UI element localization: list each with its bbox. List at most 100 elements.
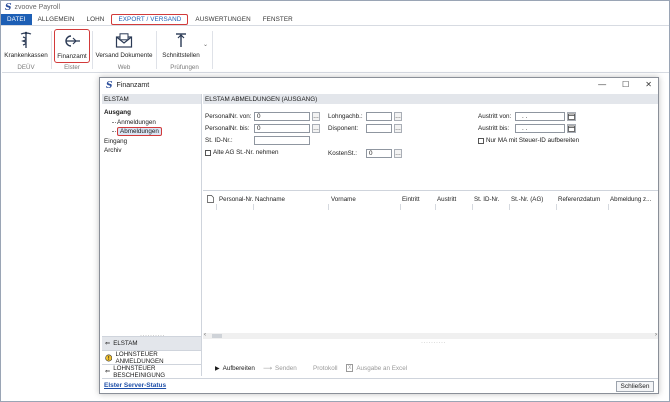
grid-header: Personal-Nr. Nachname Vorname Eintritt A…	[203, 194, 658, 204]
st-id-input[interactable]	[254, 136, 310, 145]
scroll-thumb[interactable]	[212, 334, 222, 338]
personalnr-von-lookup-button[interactable]: …	[312, 112, 320, 121]
nav-lohnsteuer-anmeldungen[interactable]: ! LOHNSTEUER ANMELDUNGEN	[102, 350, 201, 365]
tree-label: Archiv	[104, 147, 122, 155]
ribbon-group-label-deuev: DEÜV	[17, 64, 35, 71]
kostenst-lookup-button[interactable]: …	[394, 149, 402, 158]
tree-label: Anmeldungen	[117, 118, 156, 126]
disponent-label: Disponent:	[328, 125, 359, 132]
austritt-bis-input[interactable]: . .	[515, 124, 565, 133]
menu-lohn[interactable]: LOHN	[81, 14, 111, 25]
ribbon-group-web: Versand Dokumente Web	[93, 27, 155, 73]
nav-lohnsteuer-bescheinigung[interactable]: ⇐ LOHNSTEUER BESCHEINIGUNG	[102, 364, 201, 379]
document-icon	[207, 194, 214, 204]
disponent-input[interactable]	[366, 124, 392, 133]
tree-view: Ausgang Anmeldungen Abmeldungen Eingang …	[102, 104, 201, 156]
column-divider	[472, 204, 473, 210]
tree-item-ausgang[interactable]: Ausgang	[104, 108, 201, 118]
menu-datei[interactable]: DATEI	[1, 14, 32, 25]
scroll-right-icon[interactable]: ›	[655, 332, 657, 338]
column-header-abmeldung[interactable]: Abmeldung z...	[610, 194, 651, 204]
action-bar: ▶ Aufbereiten ⟶ Senden Protokoll X Ausga…	[203, 360, 658, 376]
column-header-personal-nr[interactable]: Personal-Nr.	[219, 194, 253, 204]
ribbon-group-deuev: Krankenkassen DEÜV	[2, 27, 50, 73]
column-header-referenzdatum[interactable]: Referenzdatum	[558, 194, 600, 204]
column-header-eintritt[interactable]: Eintritt	[402, 194, 420, 204]
ribbon-separator	[212, 31, 213, 69]
versand-dokumente-label: Versand Dokumente	[95, 52, 153, 59]
column-header-nachname[interactable]: Nachname	[255, 194, 285, 204]
calendar-icon[interactable]	[567, 124, 576, 133]
interface-arrow-icon	[174, 31, 188, 49]
close-icon[interactable]: ✕	[645, 80, 652, 89]
envelope-icon	[115, 31, 133, 49]
versand-dokumente-button[interactable]: Versand Dokumente	[95, 29, 153, 59]
personalnr-bis-label: PersonalNr. bis:	[205, 125, 250, 132]
personalnr-bis-input[interactable]: 0	[254, 124, 310, 133]
schnittstellen-button[interactable]: Schnittstellen	[159, 29, 203, 59]
zvoove-logo-icon: S	[106, 80, 113, 91]
column-header-st-id-nr[interactable]: St. ID-Nr.	[474, 194, 499, 204]
results-grid: Personal-Nr. Nachname Vorname Eintritt A…	[203, 190, 658, 339]
personalnr-von-input[interactable]: 0	[254, 112, 310, 121]
tree-label-selected: Abmeldungen	[117, 127, 162, 137]
krankenkassen-button[interactable]: Krankenkassen	[4, 29, 48, 59]
arrow-left-icon: ⇐	[105, 368, 111, 375]
window-controls: — ☐ ✕	[598, 80, 652, 89]
lohngachb-label: Lohngachb.:	[328, 113, 363, 120]
personalnr-bis-lookup-button[interactable]: …	[312, 124, 320, 133]
panel-splitter[interactable]: ··········	[421, 340, 446, 346]
lohngachb-input[interactable]	[366, 112, 392, 121]
ribbon-group-label-elster: Elster	[64, 64, 80, 71]
senden-button[interactable]: ⟶ Senden	[263, 365, 297, 372]
aufbereiten-button[interactable]: ▶ Aufbereiten	[215, 365, 255, 372]
disponent-lookup-button[interactable]: …	[394, 124, 402, 133]
column-divider	[328, 204, 329, 210]
column-header-st-nr-ag[interactable]: St.-Nr. (AG)	[511, 194, 543, 204]
caduceus-icon	[19, 31, 33, 49]
tree-item-abmeldungen[interactable]: Abmeldungen	[104, 127, 201, 137]
menu-fenster[interactable]: FENSTER	[257, 14, 299, 25]
tree-connector	[112, 131, 116, 133]
finanzamt-button[interactable]: Finanzamt	[54, 29, 90, 63]
column-header-vorname[interactable]: Vorname	[331, 194, 356, 204]
schliessen-button[interactable]: Schließen	[616, 381, 654, 392]
schnittstellen-label: Schnittstellen	[162, 52, 200, 59]
alte-ag-checkbox[interactable]: Alte AG St.-Nr. nehmen	[205, 149, 278, 156]
menu-auswertungen[interactable]: AUSWERTUNGEN	[189, 14, 256, 25]
maximize-icon[interactable]: ☐	[622, 80, 629, 89]
minimize-icon[interactable]: —	[598, 80, 606, 89]
nav-elstam[interactable]: ⇐ ELSTAM	[102, 336, 201, 350]
austritt-von-input[interactable]: . .	[515, 112, 565, 121]
tree-item-eingang[interactable]: Eingang	[104, 137, 201, 147]
calendar-icon[interactable]	[567, 112, 576, 121]
nav-label: LOHNSTEUER BESCHEINIGUNG	[113, 364, 166, 379]
column-header-austritt[interactable]: Austritt	[437, 194, 456, 204]
tree-item-anmeldungen[interactable]: Anmeldungen	[104, 118, 201, 128]
elster-server-status-link[interactable]: Elster Server-Status	[104, 382, 166, 389]
play-icon: ▶	[215, 365, 220, 372]
lohngachb-lookup-button[interactable]: …	[394, 112, 402, 121]
tree-item-archiv[interactable]: Archiv	[104, 146, 201, 156]
tree-connector	[112, 121, 116, 123]
checkbox-box	[478, 137, 484, 144]
ribbon-group-elster: Finanzamt Elster	[52, 27, 92, 73]
austritt-bis-label: Austritt bis:	[478, 125, 510, 132]
menu-allgemein[interactable]: ALLGEMEIN	[32, 14, 81, 25]
austritt-von-label: Austritt von:	[478, 113, 512, 120]
column-divider	[509, 204, 510, 210]
arrow-left-icon: ⇐	[105, 340, 111, 347]
chevron-down-icon[interactable]: ⌄	[203, 41, 208, 48]
column-divider	[556, 204, 557, 210]
protokoll-button[interactable]: Protokoll	[313, 365, 338, 372]
excel-export-button[interactable]: X Ausgabe an Excel	[346, 364, 407, 372]
column-divider	[400, 204, 401, 210]
menu-export-versand[interactable]: EXPORT / VERSAND	[111, 14, 189, 25]
kostenst-input[interactable]: 0	[366, 149, 392, 158]
scroll-left-icon[interactable]: ‹	[204, 332, 206, 338]
ribbon-group-label-pruefungen: Prüfungen	[170, 64, 199, 71]
senden-label: Senden	[275, 364, 297, 372]
menubar: DATEI ALLGEMEIN LOHN EXPORT / VERSAND AU…	[1, 14, 669, 26]
nur-ma-checkbox[interactable]: Nur MA mit Steuer-ID aufbereiten	[478, 137, 579, 144]
horizontal-scrollbar[interactable]: ‹ ›	[203, 332, 658, 339]
